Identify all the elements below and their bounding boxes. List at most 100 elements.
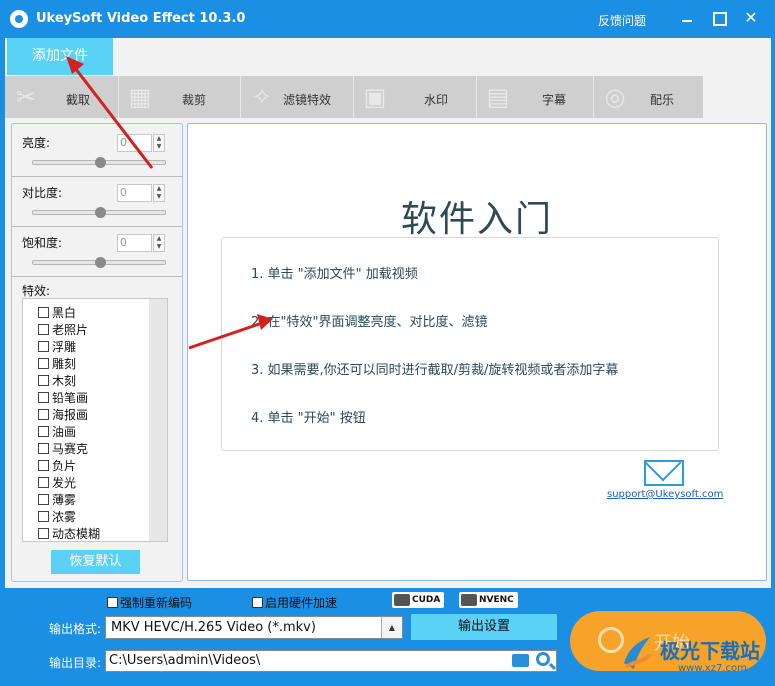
- guide-steps-box: 1. 单击 "添加文件" 加载视频 2. 在"特效"界面调整亮度、对比度、滤镜 …: [221, 237, 719, 451]
- tab-crop[interactable]: ▦ 裁剪: [119, 76, 240, 118]
- window-title: UkeySoft Video Effect 10.3.0: [36, 11, 246, 26]
- watermark-name: 极光下载站: [660, 639, 760, 663]
- output-format-select[interactable]: MKV HEVC/H.265 Video (*.mkv) ▲: [105, 616, 403, 639]
- contrast-stepper[interactable]: ▲ ▼: [153, 184, 165, 202]
- saturation-label: 饱和度:: [22, 236, 63, 250]
- effect-item[interactable]: 发光: [38, 474, 76, 491]
- contrast-input[interactable]: 0: [117, 184, 152, 202]
- effect-item[interactable]: 马赛克: [38, 440, 88, 457]
- site-watermark: 极光下载站 www.xz7.com: [620, 633, 770, 679]
- tab-label: 截取: [66, 93, 91, 107]
- effect-item[interactable]: 浓雾: [38, 508, 76, 525]
- brightness-stepper[interactable]: ▲ ▼: [153, 134, 165, 152]
- app-logo-icon: [10, 10, 28, 28]
- checkbox[interactable]: [38, 375, 49, 386]
- watermark-icon: ▣: [363, 83, 387, 111]
- output-settings-button[interactable]: 输出设置: [411, 614, 557, 640]
- title-bar: UkeySoft Video Effect 10.3.0 反馈问题 ✕: [0, 0, 775, 38]
- effect-item[interactable]: 薄雾: [38, 491, 76, 508]
- folder-icon[interactable]: [512, 654, 529, 667]
- format-label: 输出格式:: [49, 622, 102, 636]
- nvidia-icon: [394, 594, 410, 606]
- checkbox[interactable]: [38, 341, 49, 352]
- brightness-label: 亮度:: [22, 136, 51, 150]
- tab-filters[interactable]: ✧ 滤镜特效: [241, 76, 353, 118]
- guide-step: 2. 在"特效"界面调整亮度、对比度、滤镜: [251, 315, 488, 330]
- checkbox[interactable]: [38, 477, 49, 488]
- effect-item[interactable]: 负片: [38, 457, 76, 474]
- subtitle-icon: ▤: [486, 83, 510, 111]
- output-dir-input[interactable]: C:\Users\admin\Videos\: [105, 650, 557, 672]
- checkbox[interactable]: [38, 528, 49, 539]
- effect-item[interactable]: 海报画: [38, 406, 88, 423]
- effects-scrollbar[interactable]: [149, 299, 167, 541]
- brightness-slider-thumb[interactable]: [95, 157, 106, 168]
- hw-accel-option[interactable]: 启用硬件加速: [252, 594, 337, 611]
- maximize-button[interactable]: [709, 8, 729, 28]
- scissors-icon: ✂: [15, 83, 37, 111]
- tab-label: 裁剪: [182, 93, 207, 107]
- nvenc-badge: NVENC: [459, 592, 518, 608]
- checkbox[interactable]: [38, 443, 49, 454]
- close-button[interactable]: ✕: [741, 8, 761, 28]
- checkbox[interactable]: [107, 597, 118, 608]
- checkbox[interactable]: [38, 409, 49, 420]
- tab-label: 滤镜特效: [283, 93, 332, 107]
- tab-music[interactable]: ◎ 配乐: [594, 76, 703, 118]
- checkbox[interactable]: [38, 494, 49, 505]
- format-value: MKV HEVC/H.265 Video (*.mkv): [111, 620, 316, 635]
- search-icon[interactable]: [536, 652, 550, 666]
- tab-label: 字幕: [542, 93, 567, 107]
- checkbox[interactable]: [38, 392, 49, 403]
- feature-tabs: ✂ 截取 ▦ 裁剪 ✧ 滤镜特效 ▣ 水印 ▤ 字幕 ◎ 配乐: [5, 76, 703, 118]
- tab-label: 配乐: [650, 93, 675, 107]
- effect-item[interactable]: 动态模糊: [38, 525, 100, 542]
- mail-icon[interactable]: [644, 460, 684, 486]
- guide-step: 4. 单击 "开始" 按钮: [251, 411, 366, 426]
- guide-step: 3. 如果需要,你还可以同时进行截取/剪裁/旋转视频或者添加字幕: [251, 363, 619, 378]
- effect-item[interactable]: 雕刻: [38, 355, 76, 372]
- checkbox[interactable]: [38, 426, 49, 437]
- force-reencode-option[interactable]: 强制重新编码: [107, 594, 192, 611]
- tab-subtitle[interactable]: ▤ 字幕: [477, 76, 593, 118]
- support-email-link[interactable]: support@Ukeysoft.com: [607, 489, 723, 500]
- tab-label: 水印: [424, 93, 449, 107]
- app-window: UkeySoft Video Effect 10.3.0 反馈问题 ✕ 添加文件…: [0, 0, 775, 686]
- tab-trim[interactable]: ✂ 截取: [5, 76, 118, 118]
- effects-label: 特效:: [22, 284, 51, 298]
- effect-item[interactable]: 老照片: [38, 321, 88, 338]
- checkbox[interactable]: [38, 511, 49, 522]
- checkbox[interactable]: [38, 307, 49, 318]
- checkbox[interactable]: [38, 358, 49, 369]
- saturation-slider-thumb[interactable]: [95, 257, 106, 268]
- guide-step: 1. 单击 "添加文件" 加载视频: [251, 267, 418, 282]
- brightness-input[interactable]: 0: [117, 134, 152, 152]
- dir-label: 输出目录:: [49, 656, 102, 670]
- effect-item[interactable]: 浮雕: [38, 338, 76, 355]
- contrast-label: 对比度:: [22, 186, 63, 200]
- effect-item[interactable]: 油画: [38, 423, 76, 440]
- guide-title: 软件入门: [400, 199, 553, 240]
- saturation-input[interactable]: 0: [117, 234, 152, 252]
- checkbox[interactable]: [38, 460, 49, 471]
- sparkle-icon: ✧: [251, 83, 273, 111]
- checkbox[interactable]: [252, 597, 263, 608]
- crop-icon: ▦: [128, 83, 152, 111]
- nvidia-icon: [461, 594, 477, 606]
- effect-item[interactable]: 黑白: [38, 304, 76, 321]
- watermark-logo-icon: [624, 637, 652, 669]
- dropdown-arrow-icon[interactable]: ▲: [381, 617, 402, 638]
- tab-watermark[interactable]: ▣ 水印: [354, 76, 476, 118]
- contrast-slider-thumb[interactable]: [95, 207, 106, 218]
- saturation-stepper[interactable]: ▲ ▼: [153, 234, 165, 252]
- effect-item[interactable]: 木刻: [38, 372, 76, 389]
- feedback-link[interactable]: 反馈问题: [598, 12, 646, 29]
- effect-item[interactable]: 铅笔画: [38, 389, 88, 406]
- minimize-button[interactable]: [677, 8, 697, 28]
- add-file-button[interactable]: 添加文件: [7, 38, 113, 75]
- music-icon: ◎: [604, 83, 626, 111]
- checkbox[interactable]: [38, 324, 49, 335]
- cuda-badge: CUDA: [392, 592, 445, 608]
- reset-default-button[interactable]: 恢复默认: [51, 550, 140, 574]
- watermark-url: www.xz7.com: [678, 663, 747, 674]
